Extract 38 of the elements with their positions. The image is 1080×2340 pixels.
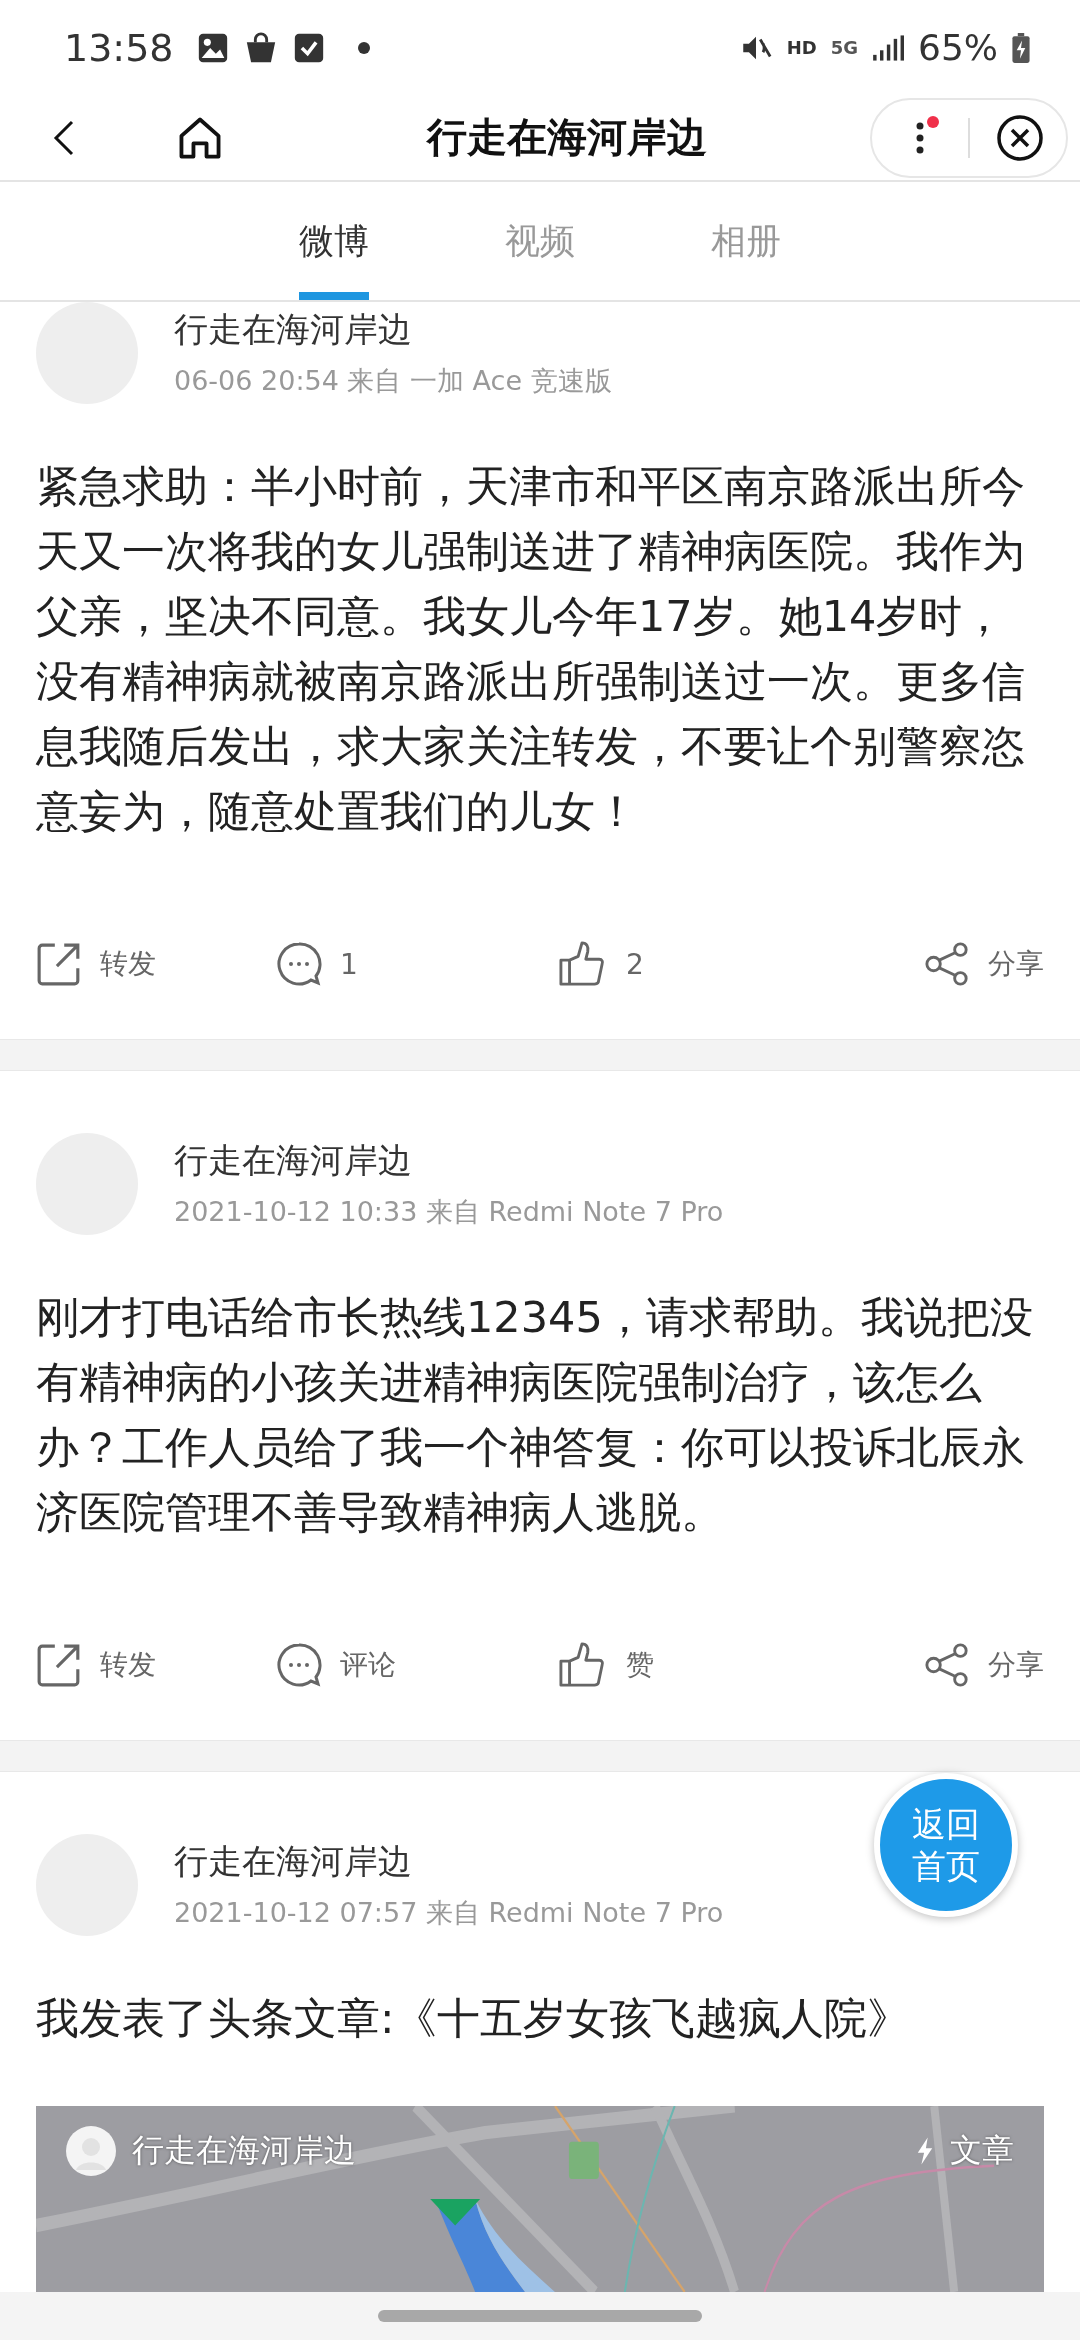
battery-icon bbox=[1012, 32, 1030, 63]
post-meta: 2021-10-12 10:33 来自 Redmi Note 7 Pro bbox=[174, 1195, 724, 1229]
page-title: 行走在海河岸边 bbox=[425, 113, 708, 162]
tab[interactable]: 微博 bbox=[299, 182, 369, 300]
author-avatar bbox=[66, 2126, 116, 2176]
action-label[interactable]: 转发 bbox=[100, 945, 156, 983]
article-author: 行走在海河岸边 bbox=[132, 2130, 356, 2171]
action-label[interactable]: 分享 bbox=[988, 945, 1044, 983]
post-text: 我发表了头条文章:《十五岁女孩飞越疯人院》 bbox=[36, 1992, 912, 2045]
comment-icon[interactable] bbox=[276, 1642, 322, 1688]
post-text: 刚才打电话给市长热线12345，请求帮助。我说把没有精神病的小孩关进精神病医院强制治疗，该怎么办？工作人员给了我一个神答复：你可以投诉北辰永济医院管理不善导致精神病人逃脱。 bbox=[36, 1291, 1034, 1539]
battery-percentage: 65% bbox=[918, 27, 998, 68]
lightning-icon bbox=[916, 2137, 934, 2165]
repost-icon[interactable] bbox=[36, 941, 82, 987]
status-time: 13:58 bbox=[64, 25, 174, 70]
action-label[interactable]: 分享 bbox=[988, 1646, 1044, 1684]
hd-indicator: HD bbox=[786, 37, 817, 58]
gesture-handle[interactable] bbox=[378, 2310, 702, 2322]
signal-icon bbox=[872, 33, 904, 62]
article-tag: 文章 bbox=[950, 2129, 1014, 2173]
action-label[interactable]: 评论 bbox=[340, 1646, 396, 1684]
close-icon[interactable] bbox=[996, 113, 1044, 162]
share-icon[interactable] bbox=[924, 941, 970, 987]
author-name[interactable]: 行走在海河岸边 bbox=[174, 1839, 724, 1885]
comment-icon[interactable] bbox=[276, 941, 322, 987]
post-meta: 06-06 20:54 来自 一加 Ace 竞速版 bbox=[174, 364, 612, 398]
post-meta: 2021-10-12 07:57 来自 Redmi Note 7 Pro bbox=[174, 1896, 724, 1930]
post-text: 紧急求助：半小时前，天津市和平区南京路派出所今天又一次将我的女儿强制送进了精神病医院。我作为父亲，坚决不同意。我女儿今年17岁。她14岁时，没有精神病就被南京路派出所强制送过一次。更多信息我随后发出，求大家关注转发，不要让个别警察恣意妄为，随意处置我们的儿女！ bbox=[36, 460, 1026, 838]
repost-icon[interactable] bbox=[36, 1642, 82, 1688]
author-name[interactable]: 行走在海河岸边 bbox=[174, 307, 612, 353]
share-icon[interactable] bbox=[924, 1642, 970, 1688]
network-indicator: 5G bbox=[830, 37, 858, 58]
action-label[interactable]: 1 bbox=[340, 947, 358, 981]
action-label[interactable]: 2 bbox=[626, 947, 644, 981]
author-name[interactable]: 行走在海河岸边 bbox=[174, 1138, 724, 1184]
notification-dot-icon bbox=[357, 41, 370, 54]
action-label[interactable]: 赞 bbox=[626, 1646, 654, 1684]
action-label[interactable]: 转发 bbox=[100, 1646, 156, 1684]
